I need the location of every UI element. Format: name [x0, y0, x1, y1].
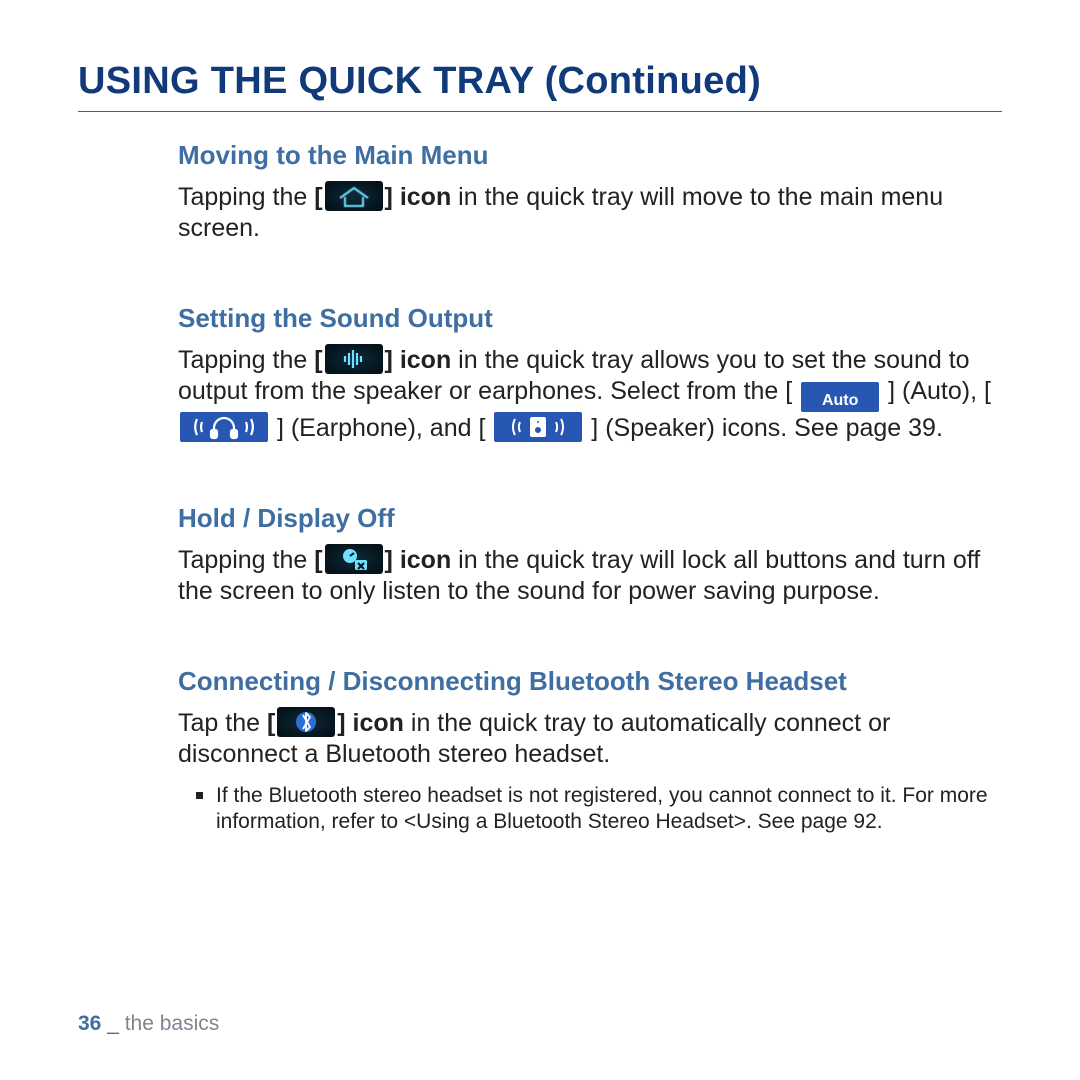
section-sound-output: Setting the Sound Output Tapping the [ ]… [178, 303, 992, 443]
bracket-open: [ [314, 183, 322, 211]
note-list: If the Bluetooth stereo headset is not r… [196, 783, 992, 836]
bracket-open: [ [314, 346, 322, 374]
text: ] (Auto), [ [881, 377, 991, 405]
bracket-open: [ [267, 709, 275, 737]
para-sound-output: Tapping the [ ] icon in the quick tray a… [178, 344, 992, 443]
footer-section: the basics [125, 1012, 220, 1035]
home-icon [325, 181, 383, 211]
page-title: USING THE QUICK TRAY (Continued) [78, 60, 1002, 103]
auto-label: Auto [822, 386, 858, 416]
bracket-close-and-icon-word: ] icon [385, 183, 452, 211]
manual-page: USING THE QUICK TRAY (Continued) Moving … [0, 0, 1080, 1080]
speaker-icon [494, 412, 582, 442]
bracket-close-and-icon-word: ] icon [385, 546, 452, 574]
text: Tapping the [178, 546, 314, 574]
title-underline [78, 111, 1002, 112]
heading-bluetooth: Connecting / Disconnecting Bluetooth Ste… [178, 666, 992, 697]
lock-display-icon [325, 544, 383, 574]
heading-main-menu: Moving to the Main Menu [178, 140, 992, 171]
note-item: If the Bluetooth stereo headset is not r… [196, 783, 992, 836]
section-main-menu: Moving to the Main Menu Tapping the [ ] … [178, 140, 992, 243]
text: ] (Speaker) icons. See page 39. [584, 414, 943, 442]
page-footer: 36 _ the basics [78, 1012, 219, 1036]
heading-sound-output: Setting the Sound Output [178, 303, 992, 334]
para-hold: Tapping the [ ] icon in the quick tray w… [178, 544, 992, 606]
page-number: 36 [78, 1012, 101, 1035]
para-main-menu: Tapping the [ ] icon in the quick tray w… [178, 181, 992, 243]
section-hold-display-off: Hold / Display Off Tapping the [ ] icon … [178, 503, 992, 606]
section-bluetooth: Connecting / Disconnecting Bluetooth Ste… [178, 666, 992, 836]
para-bluetooth: Tap the [ ] icon in the quick tray to au… [178, 707, 992, 769]
bracket-close-and-icon-word: ] icon [337, 709, 404, 737]
text: Tap the [178, 709, 267, 737]
text: ] (Earphone), and [ [270, 414, 492, 442]
auto-icon: Auto [801, 382, 879, 412]
bluetooth-icon [277, 707, 335, 737]
earphone-icon [180, 412, 268, 442]
sound-bars-icon [325, 344, 383, 374]
bracket-close-and-icon-word: ] icon [385, 346, 452, 374]
footer-sep: _ [101, 1012, 124, 1035]
heading-hold: Hold / Display Off [178, 503, 992, 534]
text: Tapping the [178, 346, 314, 374]
bracket-open: [ [314, 546, 322, 574]
text: Tapping the [178, 183, 314, 211]
